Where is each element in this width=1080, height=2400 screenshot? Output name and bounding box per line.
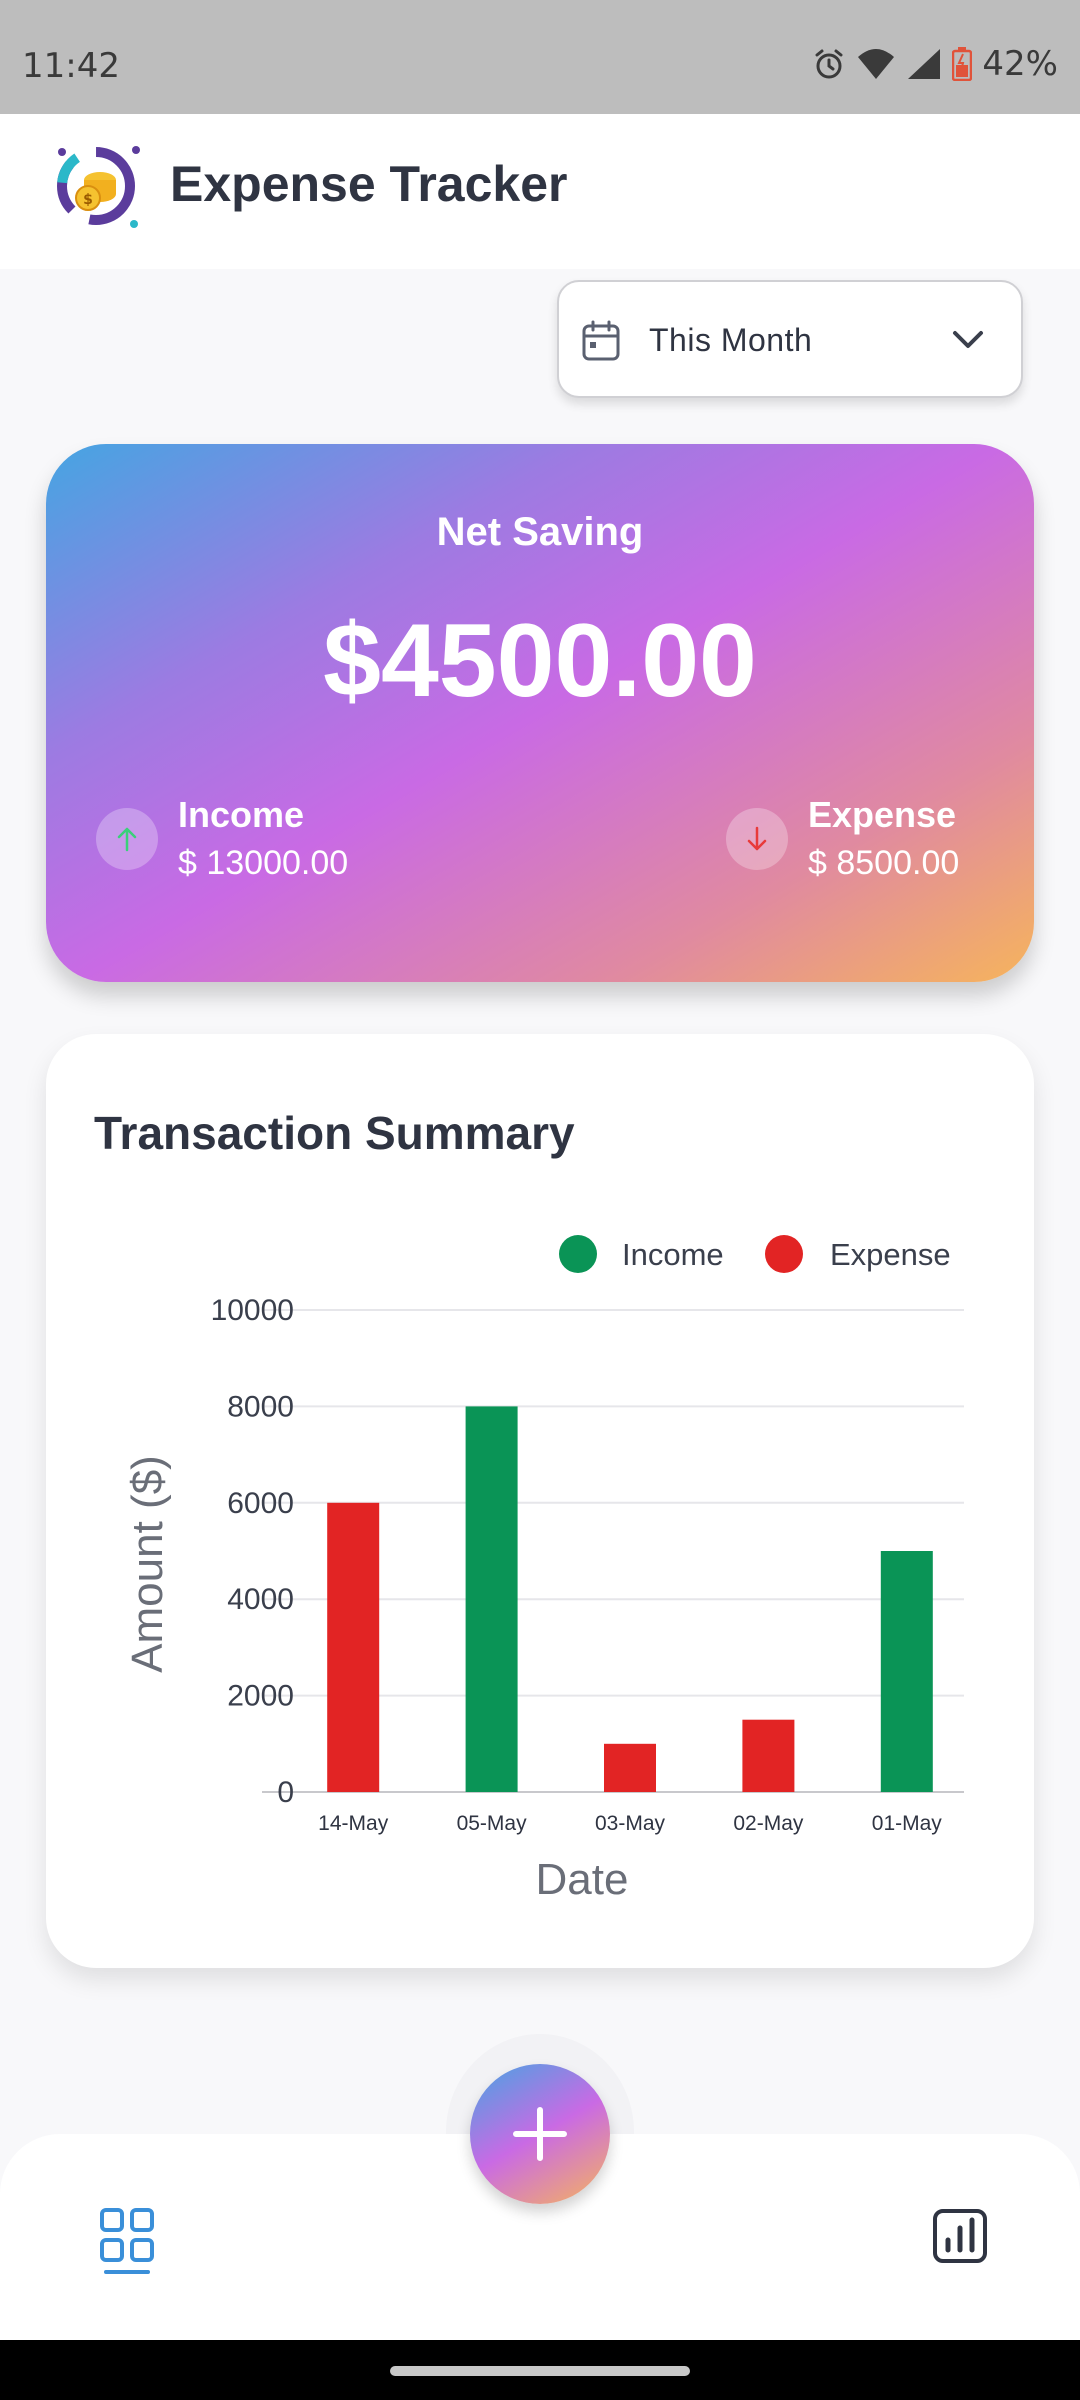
y-tick-label: 4000 <box>227 1583 294 1616</box>
wifi-icon <box>858 49 895 79</box>
period-filter-label: This Month <box>649 322 813 358</box>
x-axis-title: Date <box>536 1855 629 1904</box>
expense-arrow-badge <box>726 808 788 870</box>
x-tick-label: 14-May <box>318 1812 389 1835</box>
x-tick-label: 01-May <box>872 1812 943 1835</box>
bar-expense <box>742 1719 795 1792</box>
y-tick-label: 6000 <box>227 1487 294 1520</box>
net-saving-card: Net Saving $4500.00 Income $ 13000.00 Ex… <box>46 444 1034 982</box>
expense-label: Expense <box>808 794 957 835</box>
bar-income <box>465 1406 518 1792</box>
x-tick-label: 03-May <box>595 1812 666 1835</box>
plus-icon <box>513 2107 567 2161</box>
transaction-chart: 0 2000 4000 6000 8000 10000 14-May 05-May 03-May… <box>123 1235 964 1904</box>
add-transaction-button[interactable] <box>470 2064 610 2204</box>
svg-text:$: $ <box>83 192 93 208</box>
legend-swatch-income <box>559 1235 597 1273</box>
status-bar: 11:42 42% <box>0 0 1080 114</box>
arrow-down-icon <box>747 826 767 851</box>
y-tick-label: 2000 <box>227 1680 294 1713</box>
bar-expense <box>604 1743 656 1792</box>
calendar-icon <box>582 320 620 361</box>
y-tick-label: 8000 <box>227 1390 294 1423</box>
bar-income <box>880 1551 933 1792</box>
battery-percentage: 42% <box>982 44 1058 84</box>
legend-label-expense: Expense <box>830 1237 951 1272</box>
net-saving-title: Net Saving <box>436 510 644 554</box>
transaction-summary-card: Transaction Summary 0 2000 4000 6000 8000 100… <box>46 1034 1034 1968</box>
arrow-up-icon <box>117 827 137 852</box>
y-tick-label: 10000 <box>211 1294 294 1327</box>
x-tick-label: 05-May <box>457 1812 528 1835</box>
status-time: 11:42 <box>22 46 120 86</box>
alarm-icon <box>815 49 843 79</box>
income-arrow-badge <box>96 808 158 870</box>
chevron-down-icon <box>953 331 983 348</box>
battery-icon <box>952 47 973 81</box>
stats-icon[interactable] <box>932 2208 988 2264</box>
app-title: Expense Tracker <box>170 156 568 212</box>
expense-value: $ 8500.00 <box>808 844 960 882</box>
dashboard-icon[interactable] <box>98 2206 156 2276</box>
legend-label-income: Income <box>622 1237 724 1272</box>
y-axis-title: Amount ($) <box>123 1455 172 1673</box>
signal-icon <box>908 49 941 79</box>
income-value: $ 13000.00 <box>178 844 349 882</box>
coins-chart-logo-icon: $ <box>57 146 140 228</box>
x-tick-label: 02-May <box>733 1812 804 1835</box>
y-tick-label: 0 <box>277 1776 294 1809</box>
bar-expense <box>327 1502 380 1792</box>
home-indicator[interactable] <box>390 2366 690 2376</box>
income-label: Income <box>178 794 305 835</box>
period-filter-dropdown[interactable]: This Month <box>557 280 1023 398</box>
legend-swatch-expense <box>765 1235 803 1273</box>
status-icons: 42% <box>812 44 1058 84</box>
net-saving-amount: $4500.00 <box>323 603 757 719</box>
